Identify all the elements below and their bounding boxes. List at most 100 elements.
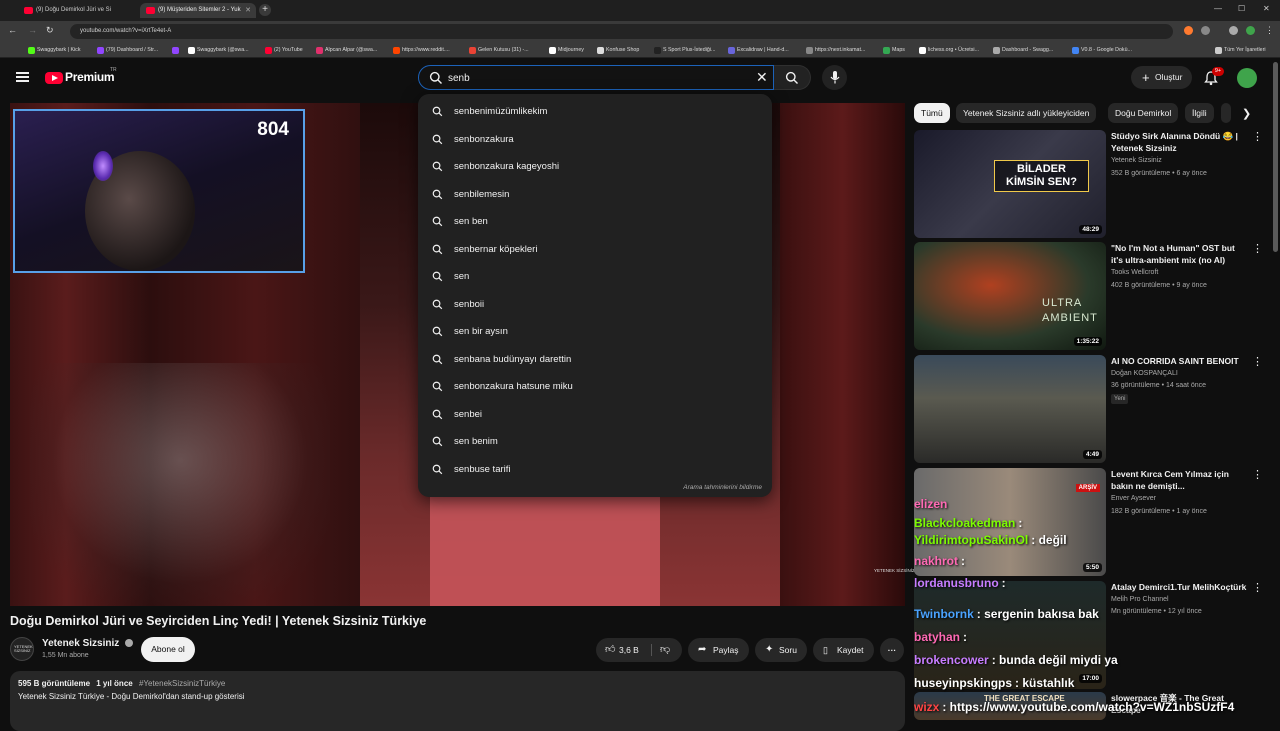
search-suggestion[interactable]: senbenimüzümlikekim — [418, 98, 772, 125]
voice-search-button[interactable] — [822, 65, 847, 90]
bookmark-item[interactable]: V0.8 - Google Dokü... — [1072, 45, 1132, 55]
more-options-icon[interactable]: ⋮ — [1252, 470, 1263, 481]
chat-username: Blackcloakedman — [914, 516, 1016, 530]
channel-name[interactable]: Tooks Wellcroft — [1111, 269, 1158, 276]
video-title[interactable]: Levent Kırca Cem Yılmaz için bakın ne de… — [1111, 468, 1249, 492]
recommendation-item[interactable]: BİLADER KİMSİN SEN? 48:29 Stüdyo Sirk Al… — [914, 130, 1274, 238]
chip-dogu-demirkol[interactable]: Doğu Demirkol — [1108, 103, 1179, 123]
search-suggestion[interactable]: senbilemesin — [418, 181, 772, 208]
clear-search-icon[interactable]: ✕ — [756, 69, 768, 85]
browser-tab-2[interactable]: (9) Müşteriden Sitemler 2 - Yuk ✕ — [140, 3, 256, 18]
bookmark-item[interactable]: Alpcan Alpar (@swa... — [316, 45, 377, 55]
video-thumbnail[interactable]: ULTRA AMBIENT 1:35:22 — [914, 242, 1106, 350]
recommendation-item[interactable]: ULTRA AMBIENT 1:35:22 "No I'm Not a Huma… — [914, 242, 1274, 350]
chat-message: brokencower: bunda değil miydi ya — [914, 653, 1118, 667]
url-field[interactable]: youtube.com/watch?v=iXrtTe4et-A — [70, 24, 1173, 39]
bookmark-item[interactable]: Midjourney — [549, 45, 584, 55]
bookmark-item[interactable]: https://next.inkamat... — [806, 45, 865, 55]
channel-name[interactable]: Doğan KOSPANÇALI — [1111, 370, 1178, 377]
close-window-icon[interactable]: ✕ — [1263, 4, 1270, 13]
save-button[interactable]: ▯ Kaydet — [813, 638, 874, 662]
dislike-button[interactable]: 👎︎ — [660, 638, 670, 662]
video-title[interactable]: AI NO CORRIDA SAINT BENOIT — [1111, 355, 1249, 367]
search-suggestion[interactable]: senbonzakura kageyoshi — [418, 153, 772, 180]
bookmark-item[interactable]: Excalidraw | Hand-d... — [728, 45, 789, 55]
recommendation-item[interactable]: 17:00 Atalay Demirci1.Tur MelihKoçtürk M… — [914, 581, 1274, 689]
more-actions-button[interactable]: ··· — [880, 638, 904, 662]
more-options-icon[interactable]: ⋮ — [1252, 357, 1263, 368]
video-title[interactable]: Atalay Demirci1.Tur MelihKoçtürk — [1111, 581, 1249, 593]
account-avatar[interactable] — [1237, 68, 1257, 88]
bookmark-item[interactable]: Dashboard - Swagg... — [993, 45, 1053, 55]
reload-icon[interactable]: ↻ — [46, 25, 54, 36]
bookmark-item[interactable]: Konfuse Shop — [597, 45, 639, 55]
minimize-icon[interactable]: — — [1214, 4, 1222, 13]
close-tab-icon[interactable]: ✕ — [245, 3, 251, 18]
profile-icon[interactable] — [1246, 26, 1255, 35]
search-suggestion[interactable]: senbuse tarifi — [418, 456, 772, 483]
subscribe-button[interactable]: Abone ol — [141, 637, 195, 662]
bookmark-item[interactable]: S Sport Plus-İstediği... — [654, 45, 715, 55]
search-suggestion[interactable]: sen — [418, 263, 772, 290]
extension-icon[interactable] — [1229, 26, 1238, 35]
video-title[interactable]: "No I'm Not a Human" OST but it's ultra-… — [1111, 242, 1249, 266]
extension-icon[interactable] — [1201, 26, 1210, 35]
all-bookmarks-folder[interactable]: Tüm Yer İşaretleri — [1215, 45, 1266, 55]
browser-tab-1[interactable]: (9) Doğu Demirkol Jüri ve Si — [18, 3, 136, 18]
bookmark-item[interactable]: Maps — [883, 45, 905, 55]
suggestion-text: sen ben — [454, 216, 488, 227]
channel-name[interactable]: Yetenek Sizsiniz — [42, 638, 134, 649]
recommendation-item[interactable]: 4:49 AI NO CORRIDA SAINT BENOIT Doğan KO… — [914, 355, 1274, 463]
chat-username: lordanusbruno — [914, 576, 999, 590]
bookmark-item[interactable]: lichess.org • Ücretsi... — [919, 45, 979, 55]
video-thumbnail[interactable]: BİLADER KİMSİN SEN? 48:29 — [914, 130, 1106, 238]
extension-icon[interactable] — [1184, 26, 1193, 35]
chip-overflow[interactable] — [1221, 103, 1231, 123]
channel-avatar[interactable]: YETENEK SİZSİNİZ — [10, 637, 34, 661]
search-suggestion[interactable]: senbernar köpekleri — [418, 236, 772, 263]
browser-menu-icon[interactable]: ⋮ — [1265, 25, 1274, 36]
menu-icon[interactable] — [16, 72, 29, 82]
like-button[interactable]: 👍︎ 3,6 B — [596, 638, 650, 662]
ask-button[interactable]: ✦ Soru — [755, 638, 807, 662]
bookmark-item[interactable]: https://www.reddit.... — [393, 45, 450, 55]
page-scrollbar[interactable] — [1273, 62, 1278, 252]
search-suggestion[interactable]: senbana budünyayı darettin — [418, 346, 772, 373]
search-button[interactable] — [774, 65, 811, 90]
bookmark-item[interactable]: (2) YouTube — [265, 45, 303, 55]
back-icon[interactable]: ← — [8, 25, 17, 35]
channel-name[interactable]: Melih Pro Channel — [1111, 596, 1169, 603]
forward-icon[interactable]: → — [28, 25, 37, 35]
report-suggestions-link[interactable]: Arama tahminlerini bildirme — [683, 484, 762, 491]
channel-name[interactable]: Yetenek Sizsiniz — [1111, 157, 1162, 164]
search-suggestion[interactable]: sen ben — [418, 208, 772, 235]
more-options-icon[interactable]: ⋮ — [1252, 244, 1263, 255]
more-options-icon[interactable]: ⋮ — [1252, 132, 1263, 143]
chip-all[interactable]: Tümü — [914, 103, 950, 123]
share-button[interactable]: ➦ Paylaş — [688, 638, 749, 662]
search-suggestion[interactable]: senbei — [418, 401, 772, 428]
bookmark-item[interactable]: (79) Dashboard / Str... — [97, 45, 158, 55]
chip-related[interactable]: İlgili — [1185, 103, 1214, 123]
bookmark-item[interactable]: Swaggybark (@swa... — [188, 45, 249, 55]
search-suggestion[interactable]: senboii — [418, 291, 772, 318]
channel-name[interactable]: Enver Aysever — [1111, 495, 1156, 502]
description-box[interactable]: 595 B görüntüleme 1 yıl önce #YetenekSiz… — [10, 671, 905, 731]
chip-uploader[interactable]: Yetenek Sizsiniz adlı yükleyiciden — [956, 103, 1097, 123]
video-title[interactable]: Stüdyo Sirk Alanına Döndü 😂 | Yetenek Si… — [1111, 130, 1249, 154]
video-thumbnail[interactable]: 4:49 — [914, 355, 1106, 463]
bookmark-item[interactable]: Swaggybark | Kick — [28, 45, 80, 55]
create-button[interactable]: + Oluştur — [1131, 66, 1192, 89]
search-suggestion[interactable]: sen bir aysın — [418, 318, 772, 345]
maximize-icon[interactable]: ☐ — [1238, 4, 1245, 13]
more-options-icon[interactable]: ⋮ — [1252, 583, 1263, 594]
search-suggestion[interactable]: sen benim — [418, 428, 772, 455]
search-suggestion[interactable]: senbonzakura hatsune miku — [418, 373, 772, 400]
search-input[interactable] — [448, 70, 748, 86]
chevron-right-icon[interactable]: ❯ — [1242, 107, 1251, 120]
hashtag-link[interactable]: #YetenekSizsinizTürkiye — [139, 679, 225, 688]
bookmark-item[interactable]: Gelen Kutusu (31) -... — [469, 45, 529, 55]
search-box[interactable]: ✕ — [418, 65, 774, 90]
new-tab-button[interactable]: + — [259, 4, 271, 16]
search-suggestion[interactable]: senbonzakura — [418, 126, 772, 153]
